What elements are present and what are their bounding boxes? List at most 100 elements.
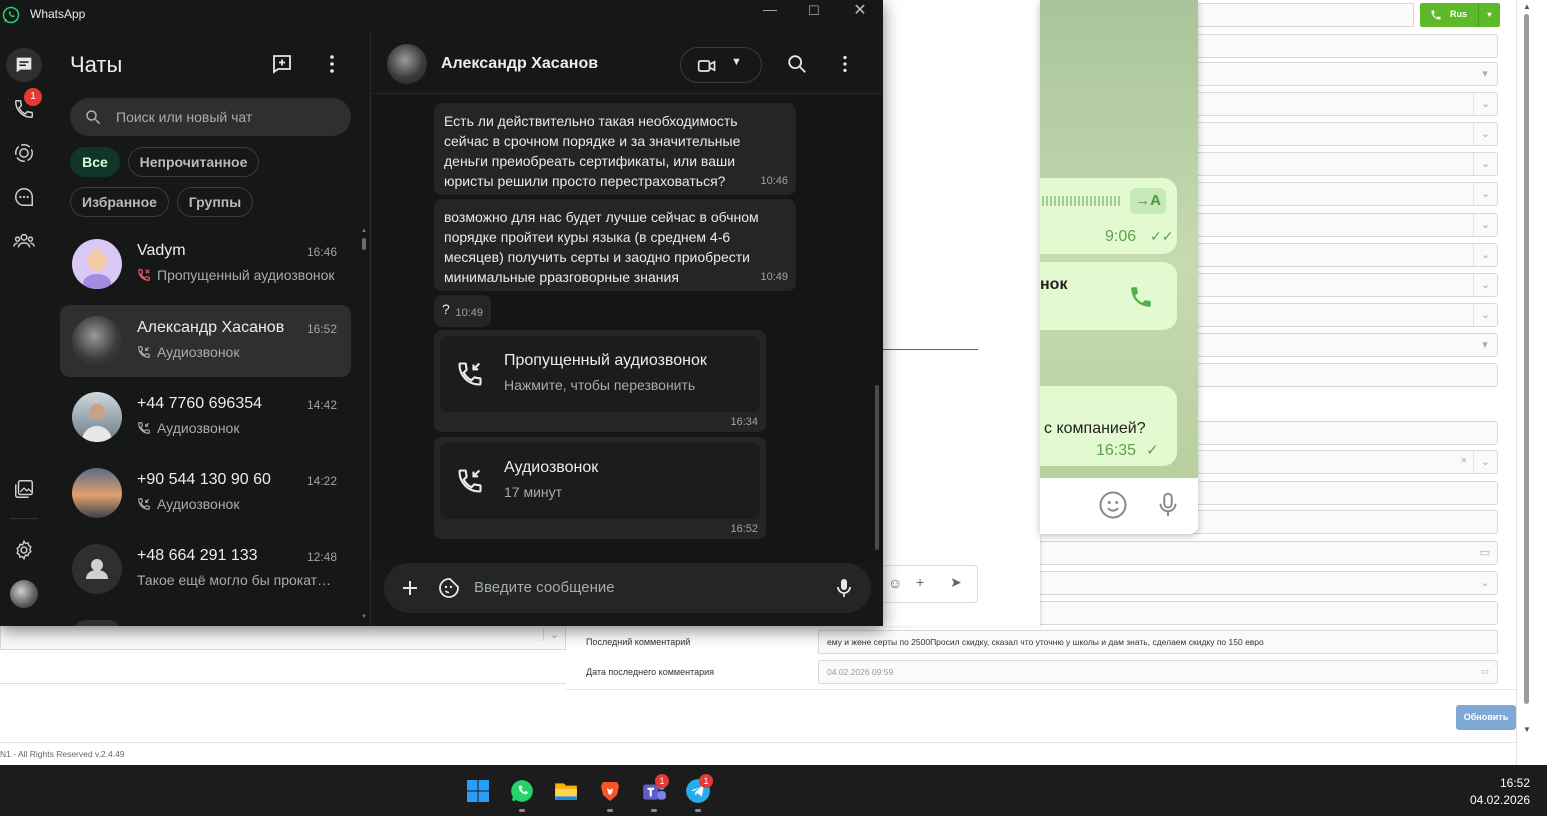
- avatar: [72, 620, 122, 626]
- filter-all[interactable]: Все: [70, 147, 120, 177]
- taskbar-start[interactable]: [464, 777, 492, 805]
- message-bubble[interactable]: возможно для нас будет лучше сейчас в об…: [434, 199, 796, 291]
- clock-date[interactable]: 04.02.2026: [1470, 793, 1530, 807]
- maximize-icon[interactable]: ☐: [796, 0, 832, 22]
- scroll-up-icon[interactable]: ▲: [1523, 2, 1531, 11]
- avatar[interactable]: [387, 44, 427, 84]
- whatsapp-window: WhatsApp — ☐ ✕ 1 Чаты Поиск или новый ча…: [0, 0, 883, 626]
- translate-button[interactable]: →A: [1130, 188, 1166, 214]
- message-bubble[interactable]: ? 10:49: [434, 295, 491, 327]
- browser-panel: ☺ + ➤: [882, 0, 1040, 626]
- message-input-placeholder[interactable]: Введите сообщение: [474, 579, 615, 596]
- crm-select[interactable]: ⌄: [1038, 571, 1498, 595]
- scrollbar-thumb[interactable]: [362, 238, 366, 250]
- telegram-input-bar[interactable]: [1040, 478, 1198, 534]
- rail-channels[interactable]: [6, 180, 42, 214]
- chevron-down-icon: ⌄: [1473, 451, 1497, 473]
- taskbar-whatsapp[interactable]: [508, 777, 536, 805]
- telegram-text-bubble[interactable]: с компанией? 16:35 ✓: [1040, 386, 1177, 466]
- crm-top-field[interactable]: [1196, 3, 1414, 27]
- status-icon: [15, 144, 33, 162]
- search-box[interactable]: Поиск или новый чат: [70, 98, 351, 136]
- chat-preview: Аудиозвонок: [137, 344, 337, 360]
- chat-row-selected[interactable]: Александр Хасанов 16:52 Аудиозвонок: [60, 305, 351, 377]
- missed-call-card[interactable]: Пропущенный аудиозвонок Нажмите, чтобы п…: [434, 330, 766, 432]
- bubble-text: с компанией?: [1044, 420, 1146, 437]
- rail-status[interactable]: [6, 136, 42, 170]
- contact-name[interactable]: Александр Хасанов: [441, 55, 598, 73]
- last-comment-input[interactable]: ему и жене серты по 2500Просил скидку, с…: [818, 630, 1498, 654]
- crm-field[interactable]: [1038, 601, 1498, 625]
- clock-time[interactable]: 16:52: [1500, 776, 1530, 790]
- panel-toolbar: ☺ + ➤: [882, 565, 978, 603]
- close-icon[interactable]: ✕: [842, 0, 878, 22]
- scroll-up-icon[interactable]: ▲: [361, 228, 367, 234]
- running-indicator: [651, 809, 657, 812]
- scrollbar-thumb[interactable]: [1524, 14, 1529, 704]
- telegram-voice-bubble[interactable]: →A 9:06 ✓✓: [1040, 178, 1177, 254]
- crm-scrollbar[interactable]: ▲ ▼: [1516, 0, 1547, 765]
- menu-icon[interactable]: [320, 52, 344, 78]
- avatar: [72, 316, 122, 366]
- sticker-icon[interactable]: [437, 576, 461, 600]
- filter-favorites[interactable]: Избранное: [70, 187, 169, 217]
- call-icon: [138, 346, 150, 358]
- rail-media[interactable]: [6, 472, 42, 506]
- crm-left-field[interactable]: ⌄: [0, 626, 566, 650]
- brave-icon: [601, 782, 619, 801]
- update-button[interactable]: Обновить: [1456, 705, 1516, 730]
- last-comment-date-input[interactable]: 04.02.2026 09:59 ▭: [818, 660, 1498, 684]
- chat-row[interactable]: Vadym 16:46 Пропущенный аудиозвонок: [60, 228, 351, 300]
- filter-groups[interactable]: Группы: [177, 187, 253, 217]
- chat-row[interactable]: +90 544 130 90 60 14:22 Аудиозвонок: [60, 457, 351, 529]
- plus-icon[interactable]: [398, 576, 422, 600]
- avatar: [72, 468, 122, 518]
- chat-list-scrollbar[interactable]: ▲ ▼: [361, 228, 367, 626]
- search-icon[interactable]: [786, 53, 808, 75]
- teams-badge: 1: [655, 774, 669, 788]
- last-comment-date-label: Дата последнего комментария: [586, 667, 715, 677]
- taskbar-brave[interactable]: [596, 777, 624, 805]
- scroll-down-icon[interactable]: ▼: [1523, 725, 1531, 734]
- filter-unread[interactable]: Непрочитанное: [128, 147, 259, 177]
- taskbar-telegram[interactable]: 1: [684, 774, 713, 805]
- message-text: Есть ли действительно такая необходимост…: [444, 113, 741, 189]
- rail-chats[interactable]: [6, 48, 42, 82]
- call-bubble-text: нок: [1040, 276, 1068, 293]
- crm-phone-button[interactable]: Rus ▾: [1420, 3, 1500, 27]
- chat-row[interactable]: +48 664 291 133 12:48 Такое ещё могло бы…: [60, 533, 351, 605]
- microphone-icon[interactable]: [1153, 490, 1183, 520]
- call-inner[interactable]: Аудиозвонок 17 минут: [440, 443, 760, 519]
- messages-scrollbar[interactable]: [875, 385, 879, 550]
- message-time: 16:34: [730, 416, 758, 428]
- scroll-down-icon[interactable]: ▼: [361, 614, 367, 620]
- chevron-down-icon[interactable]: ▾: [1478, 3, 1500, 27]
- new-chat-icon[interactable]: [270, 52, 296, 78]
- rail-profile[interactable]: [6, 577, 42, 611]
- minimize-icon[interactable]: —: [752, 0, 788, 22]
- missed-call-inner[interactable]: Пропущенный аудиозвонок Нажмите, чтобы п…: [440, 336, 760, 412]
- composer[interactable]: Введите сообщение: [384, 563, 871, 613]
- microphone-icon[interactable]: [832, 576, 856, 600]
- incoming-call-icon: [458, 469, 482, 493]
- rail-settings[interactable]: [6, 533, 42, 567]
- plus-icon[interactable]: +: [916, 574, 924, 590]
- send-icon[interactable]: ➤: [950, 574, 962, 591]
- menu-icon[interactable]: [834, 53, 856, 75]
- chat-row[interactable]: +44 7760 696354 14:42 Аудиозвонок: [60, 381, 351, 453]
- clear-icon[interactable]: ×: [1461, 455, 1467, 467]
- taskbar-explorer[interactable]: [552, 777, 580, 805]
- rail-communities[interactable]: [6, 224, 42, 258]
- emoji-icon[interactable]: ☺: [888, 575, 902, 591]
- message-bubble[interactable]: Есть ли действительно такая необходимост…: [434, 103, 796, 195]
- crm-date-field[interactable]: ▭: [1038, 541, 1498, 565]
- emoji-icon[interactable]: [1098, 490, 1128, 520]
- taskbar-teams[interactable]: 1: [640, 774, 669, 805]
- call-card[interactable]: Аудиозвонок 17 минут 16:52: [434, 437, 766, 539]
- telegram-call-bubble[interactable]: нок: [1040, 262, 1177, 330]
- video-call-button[interactable]: ▼: [680, 47, 762, 83]
- call-icon: [138, 498, 150, 510]
- message-time: 10:49: [760, 271, 788, 283]
- message-time: 16:52: [730, 523, 758, 535]
- rail-calls[interactable]: 1: [6, 88, 42, 126]
